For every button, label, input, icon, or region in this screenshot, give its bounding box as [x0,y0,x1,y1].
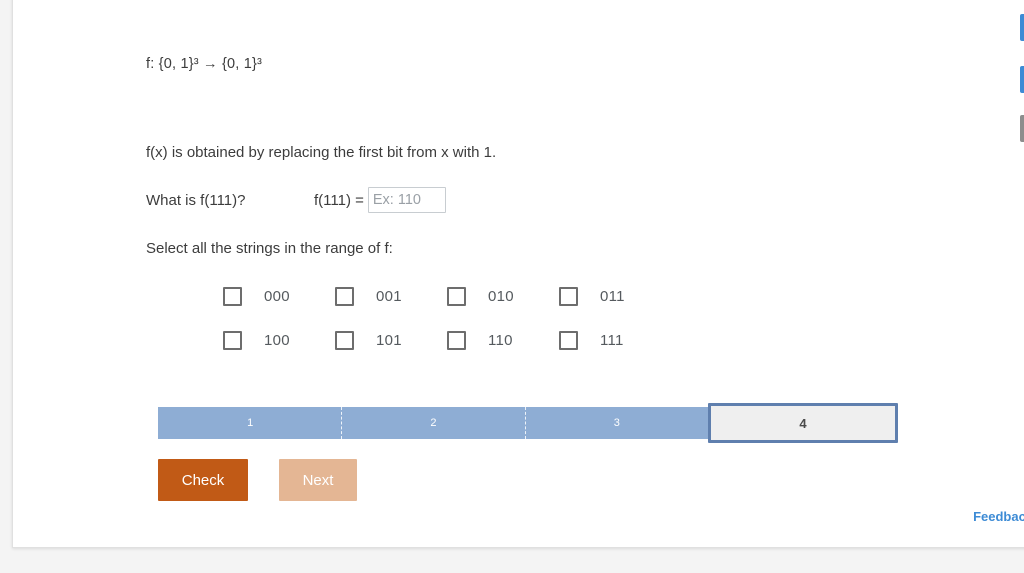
next-button[interactable]: Next [279,459,357,502]
checkbox-row: 100 101 110 111 [223,318,946,362]
progress-step-3[interactable]: 3 [525,407,708,440]
check-button[interactable]: Check [158,459,248,502]
side-tab-blue-upper-icon[interactable] [1020,14,1024,41]
checkbox-item-111[interactable]: 111 [559,330,671,350]
checkbox-item-000[interactable]: 000 [223,286,335,306]
answer-equation-label: f(111) = [314,191,364,209]
checkbox-label: 110 [488,331,513,349]
checkbox-label: 010 [488,287,514,305]
exercise-card: f: {0, 1}³ → {0, 1}³ f(x) is obtained by… [12,0,1024,548]
checkbox-label: 111 [600,331,624,349]
question-text: What is f(111)? [146,191,246,209]
checkbox-item-101[interactable]: 101 [335,330,447,350]
checkbox-row: 000 001 010 011 [223,274,946,318]
checkbox-icon[interactable] [559,330,578,350]
checkbox-label: 000 [264,287,290,305]
question-row: What is f(111)? f(111) = [146,163,946,214]
action-buttons: Check Next [158,459,946,502]
checkbox-icon[interactable] [335,330,354,350]
progress-step-4-current[interactable]: 4 [707,403,898,444]
function-signature: f: {0, 1}³ → {0, 1}³ [146,56,263,72]
checkbox-item-010[interactable]: 010 [447,286,559,306]
checkbox-icon[interactable] [447,330,466,350]
progress-step-1[interactable]: 1 [158,407,343,440]
checkbox-item-001[interactable]: 001 [335,286,447,306]
problem-statement: f(x) is obtained by replacing the first … [146,144,497,162]
checkbox-icon[interactable] [447,286,466,306]
progress-step-2[interactable]: 2 [342,407,526,440]
answer-input[interactable] [367,187,446,214]
checkbox-label: 011 [600,287,625,305]
side-tab-gray-icon[interactable] [1020,115,1024,142]
side-tab-blue-lower-icon[interactable] [1020,66,1024,93]
checkbox-icon[interactable] [223,286,242,306]
checkbox-label: 101 [376,331,402,349]
progress-bar: 1 2 3 4 [158,403,898,444]
checkbox-item-011[interactable]: 011 [559,286,671,306]
checkbox-label: 100 [264,331,290,349]
checkbox-label: 001 [376,287,402,305]
checkbox-item-100[interactable]: 100 [223,330,335,350]
checkbox-icon[interactable] [335,286,354,306]
checkbox-icon[interactable] [559,286,578,306]
checkbox-item-110[interactable]: 110 [447,330,559,350]
feedback-link[interactable]: Feedback? [973,509,1024,524]
page-root: f: {0, 1}³ → {0, 1}³ f(x) is obtained by… [0,0,1024,573]
select-all-prompt: Select all the strings in the range of f… [146,240,393,258]
checkbox-grid: 000 001 010 011 100 101 110 111 [146,257,946,362]
exercise-content: f: {0, 1}³ → {0, 1}³ f(x) is obtained by… [146,0,946,502]
checkbox-icon[interactable] [223,330,242,350]
